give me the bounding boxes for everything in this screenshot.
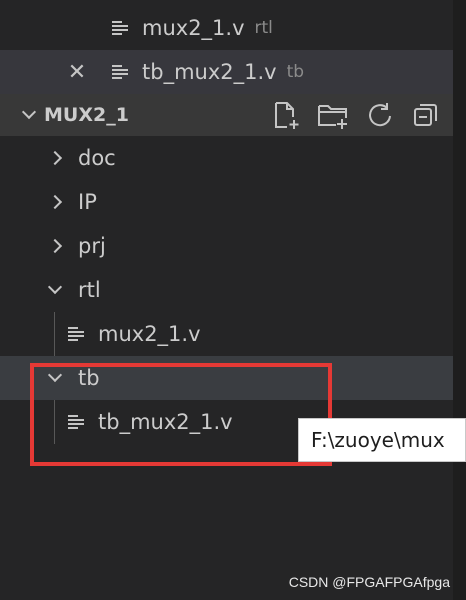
collapse-all-icon[interactable] [411,100,441,130]
section-title: MUX2_1 [44,104,129,126]
file-lines-icon [68,326,84,342]
tree-item-tb[interactable]: tb [0,356,453,400]
chevron-down-icon [47,279,63,295]
tree-item-label: doc [78,146,116,170]
open-editor-folder: rtl [254,18,273,38]
tree-item-prj[interactable]: prj [0,224,453,268]
file-lines-icon [112,20,128,36]
tree-item-label: mux2_1.v [98,322,201,346]
tree-item-ip[interactable]: IP [0,180,453,224]
new-folder-icon[interactable] [317,100,349,130]
tree-item-rtl[interactable]: rtl [0,268,453,312]
tree-item-label: IP [78,190,97,214]
chevron-right-icon [47,238,63,254]
tree-item-doc[interactable]: doc [0,136,453,180]
open-editor-item[interactable]: mux2_1.v rtl [0,6,453,50]
file-lines-icon [68,414,84,430]
tree-item-label: tb_mux2_1.v [98,410,233,434]
file-lines-icon [112,64,128,80]
refresh-icon[interactable] [365,100,395,130]
path-tooltip: F:\zuoye\mux [298,418,466,462]
tree-item-label: prj [78,234,106,258]
chevron-right-icon [47,150,63,166]
close-icon[interactable]: ✕ [66,60,88,85]
open-editor-name: mux2_1.v [142,16,245,40]
section-actions [271,94,441,136]
new-file-icon[interactable] [271,100,301,130]
open-editor-folder: tb [286,62,305,82]
tooltip-text: F:\zuoye\mux [311,428,445,452]
tree-item-mux2-1-file[interactable]: mux2_1.v [0,312,453,356]
tree-item-label: rtl [78,278,101,302]
chevron-right-icon [47,194,63,210]
watermark: CSDN @FPGAFPGAfpga [288,574,450,590]
chevron-down-icon [21,104,37,120]
scrollbar-gutter[interactable] [453,0,466,600]
open-editor-name: tb_mux2_1.v [142,60,277,84]
open-editor-item-active[interactable]: ✕ tb_mux2_1.v tb [0,50,453,94]
tree-item-label: tb [78,366,100,390]
chevron-down-icon [47,367,63,383]
explorer-section-header[interactable]: MUX2_1 [0,94,453,136]
